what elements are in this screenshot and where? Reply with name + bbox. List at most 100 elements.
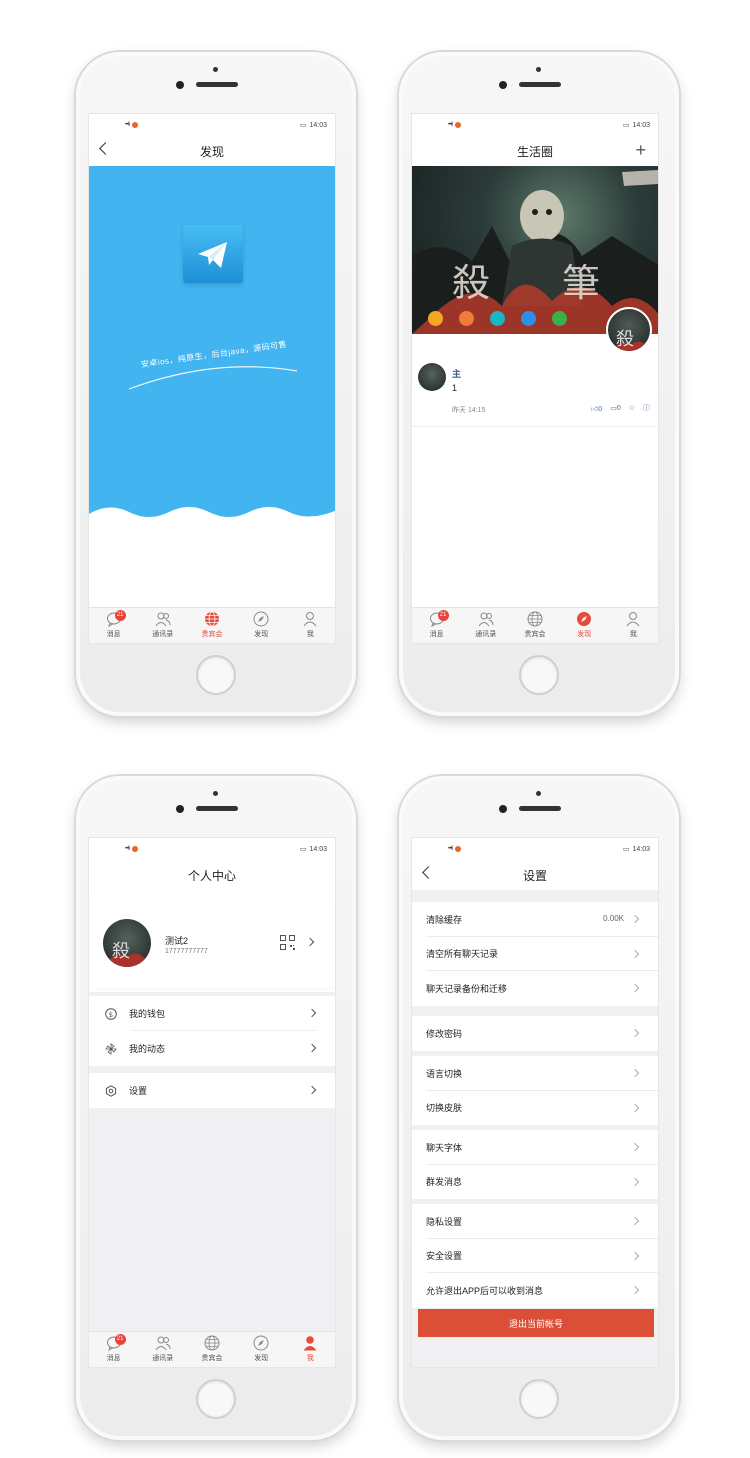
setting-label: 允许退出APP后可以收到消息 — [426, 1285, 544, 1296]
hexagon-settings-icon — [105, 1084, 117, 1097]
screen-settings: •••ll ▭ 14:03 设置 清除缓存 0.00K 清空所有聊天记录 聊天记录备… — [411, 837, 659, 1368]
tab-vip[interactable]: 贵宾会 — [510, 608, 559, 643]
profile-card[interactable]: 殺 测试2 17777777777 — [93, 898, 333, 988]
post-actions: 👍︎0 ▭0 ☆ ⓘ — [591, 403, 650, 413]
setting-clear-chat[interactable]: 清空所有聊天记录 — [412, 937, 658, 972]
tab-messages[interactable]: 21 消息 — [89, 608, 138, 643]
home-button[interactable] — [519, 655, 559, 695]
setting-language[interactable]: 语言切换 — [412, 1056, 658, 1091]
chevron-right-icon — [630, 1251, 640, 1260]
tab-label: 我 — [306, 631, 314, 638]
sensor-dot — [536, 67, 541, 72]
cache-size: 0.00K — [603, 914, 624, 923]
settings-group-chat: 清除缓存 0.00K 清空所有聊天记录 聊天记录备份和迁移 — [412, 902, 658, 1006]
tab-contacts[interactable]: 通讯录 — [138, 1332, 187, 1367]
status-bar: •••ll ▭ 14:03 — [412, 114, 658, 136]
contacts-icon — [155, 612, 171, 627]
setting-change-password[interactable]: 修改密码 — [412, 1016, 658, 1051]
avatar[interactable] — [418, 363, 446, 391]
star-icon[interactable]: ☆ — [629, 404, 635, 412]
image-icon[interactable] — [459, 311, 474, 326]
tab-messages[interactable]: 21 消息 — [89, 1332, 138, 1367]
tab-label: 发现 — [254, 631, 269, 638]
tab-vip[interactable]: 贵宾会 — [187, 608, 236, 643]
screen-discover: •••ll ▭ 14:03 发现 安卓ios，纯原生，后台java，源码可售 2… — [88, 113, 336, 644]
menu-label: 我的钱包 — [129, 1009, 166, 1019]
menu-moments[interactable]: 我的动态 — [89, 1031, 335, 1066]
setting-label: 清空所有聊天记录 — [426, 949, 499, 960]
menu-settings[interactable]: 设置 — [89, 1073, 335, 1108]
post-author[interactable]: 主 — [452, 367, 461, 380]
logout-button[interactable]: 退出当前帐号 — [418, 1309, 654, 1337]
home-button[interactable] — [519, 1379, 559, 1419]
setting-broadcast[interactable]: 群发消息 — [412, 1165, 658, 1200]
globe-icon — [205, 611, 219, 627]
globe-icon — [204, 1335, 220, 1351]
setting-label: 切换皮肤 — [426, 1103, 463, 1114]
setting-privacy[interactable]: 隐私设置 — [412, 1204, 658, 1239]
tab-messages[interactable]: 21 消息 — [412, 608, 461, 643]
chevron-right-icon — [307, 1008, 317, 1018]
tab-label: 通讯录 — [475, 631, 497, 638]
home-button[interactable] — [196, 655, 236, 695]
unread-badge: 21 — [114, 610, 126, 621]
chevron-right-icon — [630, 983, 640, 993]
svg-text:殺: 殺 — [112, 941, 130, 962]
qr-code-icon[interactable] — [280, 935, 295, 950]
tab-contacts[interactable]: 通讯录 — [138, 608, 187, 643]
chevron-right-icon — [307, 1085, 317, 1095]
setting-clear-cache[interactable]: 清除缓存 0.00K — [412, 902, 658, 937]
avatar[interactable]: 殺 — [103, 919, 151, 967]
settings-group-privacy: 隐私设置 安全设置 允许退出APP后可以收到消息 — [412, 1204, 658, 1308]
setting-label: 清除缓存 — [426, 914, 463, 925]
like-button[interactable]: 👍︎0 — [591, 404, 602, 413]
info-icon[interactable]: ⓘ — [643, 403, 650, 413]
compass-icon — [577, 612, 592, 626]
back-icon[interactable] — [422, 866, 435, 879]
comment-icon: ▭ — [610, 405, 617, 412]
tab-me[interactable]: 我 — [286, 608, 335, 643]
setting-backup[interactable]: 聊天记录备份和迁移 — [412, 971, 658, 1006]
person-icon — [303, 1336, 317, 1351]
home-button[interactable] — [196, 1379, 236, 1419]
tab-label: 我 — [306, 1355, 314, 1362]
setting-chat-font[interactable]: 聊天字体 — [412, 1130, 658, 1165]
back-icon[interactable] — [99, 142, 112, 155]
sensor-dot — [213, 67, 218, 72]
chevron-right-icon — [630, 1216, 640, 1226]
chevron-right-icon — [630, 1103, 640, 1112]
battery-icon: ▭ — [299, 846, 307, 853]
slogan-arc — [128, 366, 298, 390]
signal-icon: •••ll — [448, 846, 453, 852]
status-time: 14:03 — [632, 845, 650, 853]
add-post-icon[interactable]: + — [635, 141, 646, 159]
earpiece-speaker — [196, 806, 238, 811]
menu-wallet[interactable]: $ 我的钱包 — [89, 996, 335, 1031]
tab-vip[interactable]: 贵宾会 — [187, 1332, 236, 1367]
chevron-right-icon — [630, 1068, 640, 1078]
tab-me[interactable]: 我 — [286, 1332, 335, 1367]
setting-security[interactable]: 安全设置 — [412, 1239, 658, 1274]
chevron-right-icon — [630, 1285, 640, 1295]
setting-background-messages[interactable]: 允许退出APP后可以收到消息 — [412, 1273, 658, 1308]
setting-label: 隐私设置 — [426, 1216, 463, 1227]
chevron-right-icon — [630, 914, 640, 924]
setting-skin[interactable]: 切换皮肤 — [412, 1091, 658, 1126]
notification-dot — [454, 846, 461, 852]
setting-label: 修改密码 — [426, 1028, 463, 1039]
tab-me[interactable]: 我 — [609, 608, 658, 643]
comment-button[interactable]: ▭0 — [610, 404, 621, 412]
video-icon[interactable] — [490, 311, 505, 326]
notification-dot — [454, 122, 461, 128]
microphone-icon[interactable] — [428, 311, 443, 326]
tab-contacts[interactable]: 通讯录 — [461, 608, 510, 643]
tab-discover[interactable]: 发现 — [237, 608, 286, 643]
svg-text:筆: 筆 — [562, 261, 600, 305]
svg-text:$: $ — [109, 1010, 113, 1018]
tab-discover[interactable]: 发现 — [560, 608, 609, 643]
message-icon[interactable] — [552, 311, 567, 326]
folder-icon[interactable] — [521, 311, 536, 326]
setting-label: 群发消息 — [426, 1177, 463, 1188]
tab-discover[interactable]: 发现 — [237, 1332, 286, 1367]
battery-icon: ▭ — [622, 122, 630, 129]
